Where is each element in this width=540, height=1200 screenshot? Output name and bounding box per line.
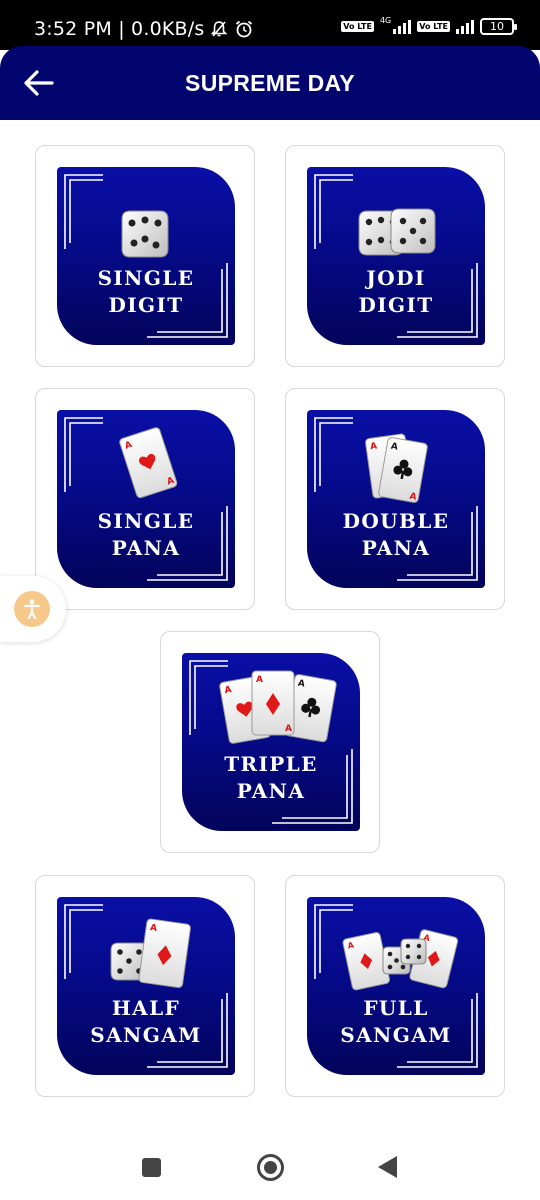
svg-text:A: A <box>370 442 378 453</box>
page-title: SUPREME DAY <box>185 70 355 96</box>
app-header: SUPREME DAY <box>0 46 540 120</box>
network-type-label: 4G <box>379 16 392 25</box>
game-tile-single-pana[interactable]: A A SINGLE PANA <box>35 388 255 610</box>
tile-label: HALF SANGAM <box>57 995 235 1049</box>
tile-label-line1: HALF <box>111 996 181 1020</box>
tile-label-line1: SINGLE <box>97 266 195 290</box>
game-tile-half-sangam[interactable]: A HALF SANGAM <box>35 875 255 1097</box>
game-tile-full-sangam[interactable]: A A FULL SANGAM <box>285 875 505 1097</box>
tile-art: SINGLE DIGIT <box>57 167 235 345</box>
tile-label: DOUBLE PANA <box>307 508 485 562</box>
volte-badge-2: Vo LTE <box>417 21 450 32</box>
alarm-icon <box>236 20 253 38</box>
cards-and-dice-icon: A A <box>342 929 459 991</box>
svg-text:A: A <box>285 724 292 734</box>
recent-apps-button[interactable] <box>142 1158 161 1177</box>
tile-art: A A A A TRIPLE PANA <box>182 653 360 831</box>
svg-text:A: A <box>256 675 263 685</box>
tile-label-line2: SANGAM <box>90 1023 202 1047</box>
game-tile-triple-pana[interactable]: A A A A TRIPLE PANA <box>160 631 380 853</box>
battery-icon: 10 <box>480 18 517 35</box>
tile-label: SINGLE DIGIT <box>57 265 235 319</box>
tile-art: A A A DOUBLE PANA <box>307 410 485 588</box>
status-bar: 3:52 PM | 0.0KB/s Vo LTE 4G Vo LTE 10 <box>0 0 540 50</box>
status-left: 3:52 PM | 0.0KB/s <box>34 18 254 40</box>
status-time: 3:52 PM | 0.0KB/s <box>34 18 205 40</box>
tile-label-line2: DIGIT <box>108 293 184 317</box>
tile-label-line1: JODI <box>366 266 426 290</box>
tile-label-line2: PANA <box>111 536 181 560</box>
accessibility-person-icon <box>23 599 41 620</box>
tile-label-line1: TRIPLE <box>224 752 318 776</box>
home-button[interactable] <box>257 1154 284 1181</box>
three-cards-icon: A A A A <box>219 670 337 744</box>
signal-strength-icon <box>393 19 412 34</box>
tile-label: JODI DIGIT <box>307 265 485 319</box>
tile-label-line2: DIGIT <box>358 293 434 317</box>
tile-label-line2: SANGAM <box>340 1023 452 1047</box>
tile-label-line1: SINGLE <box>97 509 195 533</box>
tile-label-line2: PANA <box>361 536 431 560</box>
tile-art: A HALF SANGAM <box>57 897 235 1075</box>
ace-of-hearts-card-icon: A A <box>119 427 178 499</box>
tile-label: SINGLE PANA <box>57 508 235 562</box>
game-tile-double-pana[interactable]: A A A DOUBLE PANA <box>285 388 505 610</box>
game-tile-jodi-digit[interactable]: JODI DIGIT <box>285 145 505 367</box>
tile-label: FULL SANGAM <box>307 995 485 1049</box>
two-cards-icon: A A A <box>365 433 428 503</box>
mute-bell-icon <box>211 21 228 37</box>
accessibility-widget <box>0 576 66 642</box>
dice-and-card-icon: A <box>110 918 191 988</box>
signal-strength-icon-2 <box>456 19 474 34</box>
tile-art: JODI DIGIT <box>307 167 485 345</box>
tile-art: A A FULL SANGAM <box>307 897 485 1075</box>
game-tile-single-digit[interactable]: SINGLE DIGIT <box>35 145 255 367</box>
status-right: Vo LTE 4G Vo LTE 10 <box>341 16 517 35</box>
dice-icon <box>121 210 169 258</box>
double-dice-icon <box>358 208 436 256</box>
accessibility-button[interactable] <box>14 591 50 627</box>
battery-level: 10 <box>490 20 504 33</box>
tile-label: TRIPLE PANA <box>182 751 360 805</box>
tile-label-line1: FULL <box>363 996 429 1020</box>
tile-art: A A SINGLE PANA <box>57 410 235 588</box>
system-back-button[interactable] <box>378 1156 397 1178</box>
volte-badge: Vo LTE <box>341 21 374 32</box>
system-navigation-bar <box>0 1130 540 1200</box>
svg-text:A: A <box>149 923 157 934</box>
tile-label-line1: DOUBLE <box>342 509 450 533</box>
tile-label-line2: PANA <box>236 779 306 803</box>
